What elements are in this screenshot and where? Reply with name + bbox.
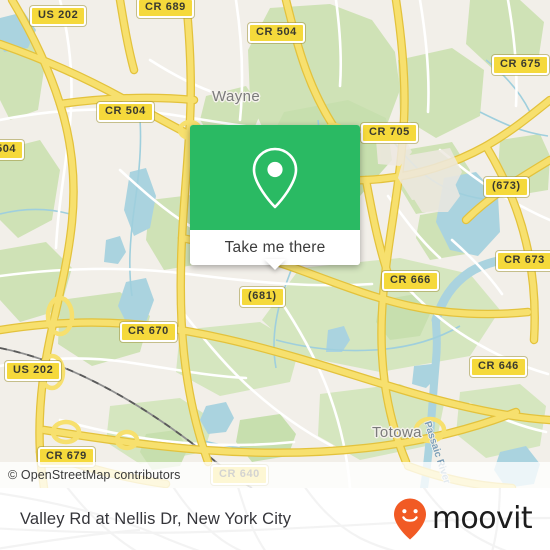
road-shield: 504 — [0, 140, 25, 160]
road-shield: US 202 — [30, 6, 87, 26]
road-shield: CR 689 — [137, 0, 194, 18]
location-title: Valley Rd at Nellis Dr, New York City — [20, 509, 292, 528]
road-shield: CR 504 — [248, 23, 305, 43]
road-shield: CR 705 — [361, 123, 418, 143]
popup-header — [190, 125, 360, 230]
moovit-logo[interactable]: moovit — [392, 497, 550, 541]
map-pin-icon — [252, 147, 298, 208]
popup-pointer-tail — [264, 259, 286, 270]
road-shield: CR 504 — [97, 102, 154, 122]
road-shield: (673) — [484, 177, 529, 197]
moovit-smiley-pin-icon — [393, 498, 426, 540]
map-place-label: Totowa — [372, 424, 422, 441]
moovit-wordmark: moovit — [431, 501, 533, 536]
map-screenshot: Wayne Totowa Passaic River US 202 CR 689… — [0, 0, 550, 550]
footer-bar: Valley Rd at Nellis Dr, New York City mo… — [0, 488, 550, 550]
destination-popup-card[interactable]: Take me there — [190, 125, 360, 265]
road-shield: CR 646 — [470, 357, 527, 377]
attribution-text[interactable]: © OpenStreetMap contributors — [0, 468, 181, 482]
map-place-label: Wayne — [212, 88, 261, 105]
road-shield: CR 666 — [382, 271, 439, 291]
road-shield: CR 670 — [120, 322, 177, 342]
road-shield: CR 673 — [496, 251, 550, 271]
road-shield: (681) — [240, 287, 285, 307]
road-shield: CR 675 — [492, 55, 549, 75]
road-shield: US 202 — [5, 361, 62, 381]
map-attribution-bar: © OpenStreetMap contributors — [0, 462, 550, 488]
